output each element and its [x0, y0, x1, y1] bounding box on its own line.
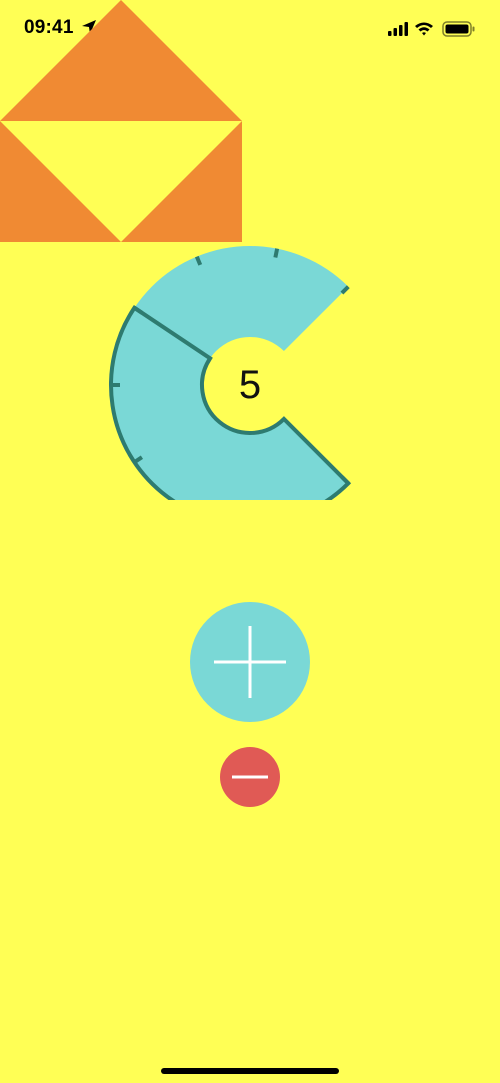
gauge-value: 5 [238, 363, 262, 407]
decrement-button[interactable] [220, 747, 280, 807]
plus-icon [214, 626, 286, 698]
status-icons [388, 21, 475, 37]
shape-right-triangle [121, 121, 242, 242]
decorative-shape [0, 0, 242, 242]
battery-icon [442, 21, 475, 37]
minus-icon [232, 775, 268, 779]
wifi-icon [415, 22, 433, 36]
home-indicator [161, 1068, 339, 1074]
gauge-tick [273, 248, 280, 258]
shape-top-triangle [0, 0, 242, 121]
screen: 09:41 5 [0, 0, 500, 1083]
shape-left-triangle [0, 121, 121, 242]
increment-button[interactable] [190, 602, 310, 722]
cellular-signal-icon [388, 22, 408, 36]
